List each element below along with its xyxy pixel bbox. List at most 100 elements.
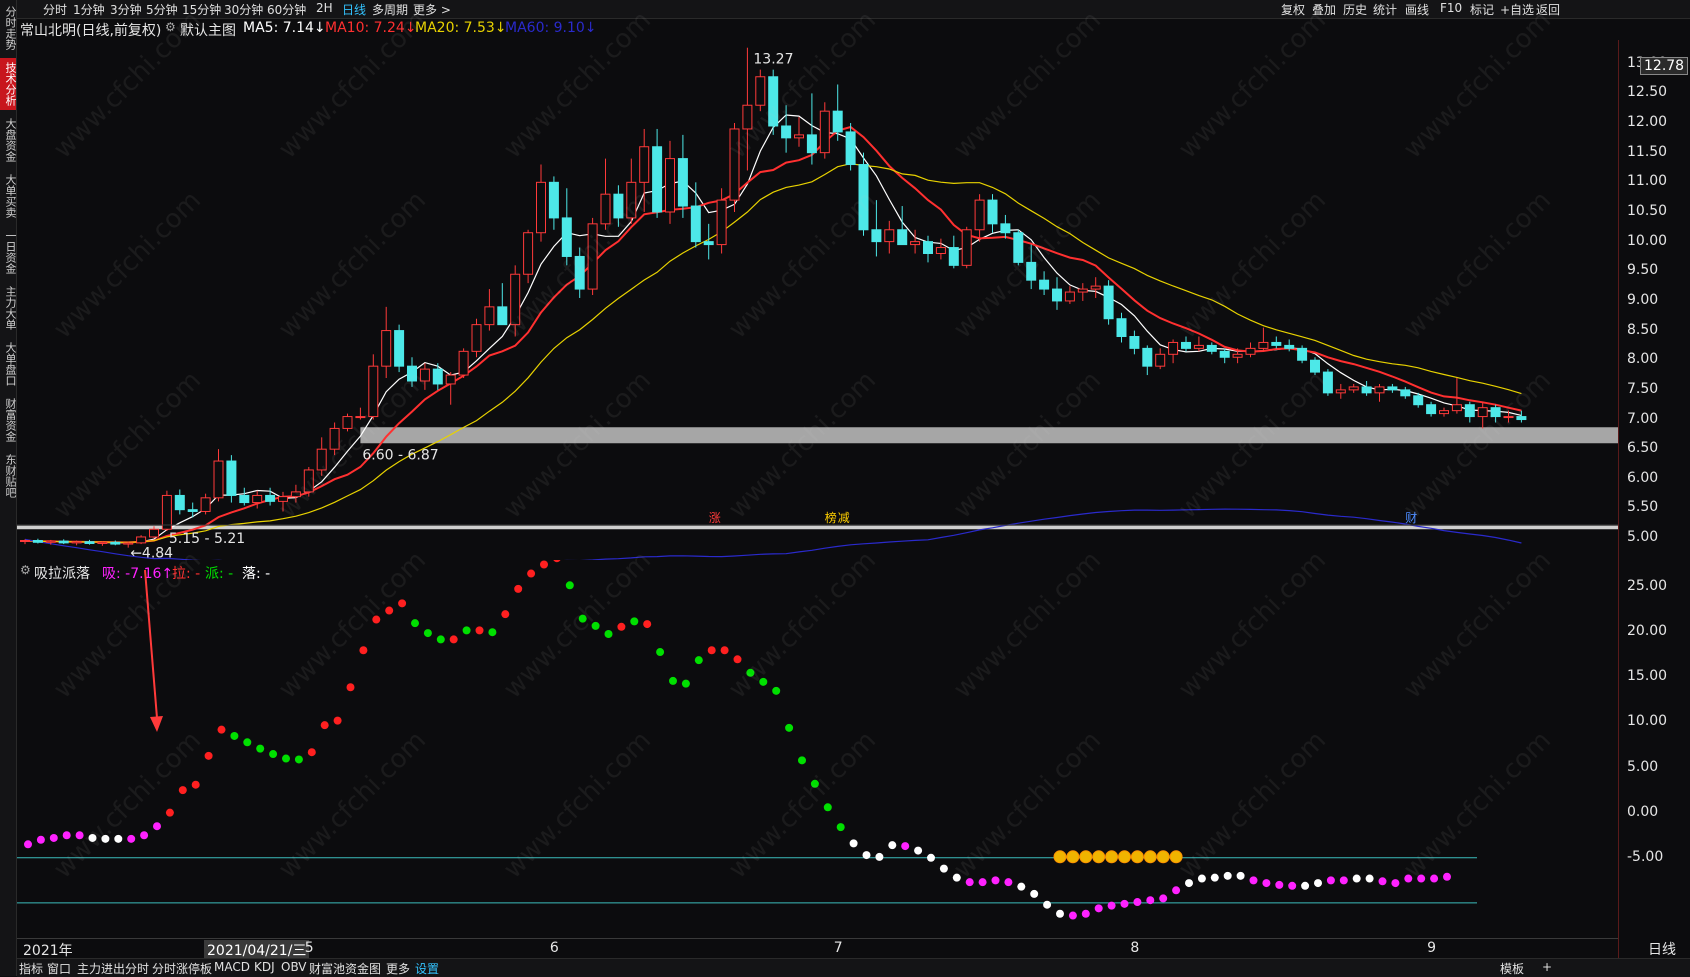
- indicator-dot-0: [24, 840, 32, 849]
- candle-body: [1348, 386, 1359, 391]
- period-label[interactable]: 日线: [1648, 939, 1676, 959]
- price-tick-1: 12.50: [1627, 84, 1668, 101]
- candle-body: [1413, 395, 1424, 406]
- period-tab-7[interactable]: 2H: [316, 1, 333, 15]
- candle-body: [690, 205, 701, 243]
- indicator-dot-29: [398, 599, 407, 608]
- period-tab-6[interactable]: 60分钟: [267, 1, 306, 18]
- candle-body: [716, 199, 727, 246]
- left-tab-7[interactable]: 财富资金: [0, 394, 17, 446]
- candle-body: [665, 158, 675, 213]
- candle-body: [278, 496, 288, 502]
- indicator-dot-1: [36, 835, 45, 844]
- bottom-tab-0[interactable]: 指标: [19, 960, 43, 977]
- price-tick-11: 7.50: [1627, 380, 1659, 397]
- price-tick-12: 7.00: [1627, 410, 1659, 427]
- left-tab-4[interactable]: 一日资金: [0, 226, 17, 278]
- marker-jian: 减: [838, 511, 850, 525]
- indicator-dot-59: [785, 723, 794, 732]
- indicator-dot-102: [1339, 876, 1348, 885]
- indicator-dot-6: [101, 834, 110, 843]
- bottom-tab-8[interactable]: 更多: [386, 960, 410, 977]
- candle-body: [1052, 288, 1062, 302]
- candle-body: [355, 416, 366, 419]
- period-tab-9[interactable]: 多周期: [372, 1, 408, 18]
- indicator-dot-52: [694, 656, 703, 665]
- left-tab-3[interactable]: 大单买卖: [0, 170, 17, 222]
- bottom-tab-4[interactable]: MACD: [214, 960, 250, 974]
- candle-body: [1361, 386, 1372, 394]
- candlestick-chart[interactable]: 13.27 ←4.84 6.60 - 6.87 5.15 - 5.21 涨 榜减 财: [17, 40, 1618, 560]
- indicator-chart[interactable]: 买点提示: [17, 560, 1618, 938]
- lower-zone-label: 5.15 - 5.21: [169, 531, 245, 547]
- indicator-dot-77: [1017, 882, 1026, 891]
- candle-body: [419, 368, 430, 382]
- bottom-tab-2[interactable]: 主力进出分时: [77, 960, 149, 977]
- indicator-tick-2: 15.00: [1627, 668, 1668, 685]
- candle-body: [381, 330, 392, 367]
- buy-hint-arrowhead: [150, 716, 163, 732]
- candle-body: [174, 494, 185, 511]
- bottom-tab-5[interactable]: KDJ: [254, 960, 275, 974]
- ma60-label: MA60: 9.10↓: [505, 20, 597, 36]
- main-chart-template[interactable]: 默认主图: [180, 20, 236, 40]
- period-tab-5[interactable]: 30分钟: [224, 1, 263, 18]
- candle-body: [677, 158, 688, 207]
- toolbar-btn-8[interactable]: 返回: [1536, 1, 1560, 18]
- bottom-tab-1[interactable]: 窗口: [47, 960, 71, 977]
- toolbar-btn-0[interactable]: 复权: [1281, 1, 1305, 18]
- add-button[interactable]: +: [1542, 960, 1552, 974]
- candle-body: [45, 540, 56, 543]
- candle-body: [213, 460, 224, 499]
- left-tab-8[interactable]: 东财贴吧: [0, 450, 17, 502]
- candle-body: [1387, 386, 1398, 391]
- period-tab-4[interactable]: 15分钟: [182, 1, 221, 18]
- indicator-dot-13: [191, 780, 200, 789]
- bottom-tab-3[interactable]: 分时涨停板: [152, 960, 212, 977]
- left-tab-0[interactable]: 分时走势: [0, 2, 17, 54]
- buy-signal-icon-88: [1156, 850, 1170, 864]
- period-tab-0[interactable]: 分时: [43, 1, 67, 18]
- period-tab-3[interactable]: 5分钟: [146, 1, 178, 18]
- period-tab-8[interactable]: 日线: [342, 1, 366, 18]
- indicator-dot-28: [385, 606, 394, 615]
- indicator-dot-91: [1197, 874, 1206, 883]
- toolbar-btn-7[interactable]: +自选: [1500, 1, 1534, 18]
- buy-signal-icon-85: [1118, 850, 1131, 864]
- indicator-dot-58: [772, 686, 781, 695]
- candle-body: [845, 131, 856, 166]
- indicator-dot-26: [359, 646, 368, 655]
- indicator-dot-30: [411, 619, 419, 628]
- toolbar-btn-3[interactable]: 统计: [1373, 1, 1397, 18]
- candle-body: [819, 110, 830, 154]
- indicator-dot-89: [1172, 886, 1181, 895]
- candle-body: [1064, 291, 1075, 302]
- toolbar-btn-4[interactable]: 画线: [1405, 1, 1429, 18]
- bottom-tab-7[interactable]: 财富池资金图: [309, 960, 381, 977]
- toolbar-btn-2[interactable]: 历史: [1343, 1, 1367, 18]
- candle-body: [1439, 410, 1449, 415]
- bottom-tab-9[interactable]: 设置: [415, 960, 439, 977]
- indicator-dot-75: [991, 876, 1000, 885]
- indicator-dot-69: [914, 846, 923, 855]
- template-button[interactable]: 模板: [1500, 960, 1524, 977]
- candle-body: [858, 164, 869, 231]
- candle-100: [1310, 357, 1320, 376]
- settings-icon[interactable]: ⚙: [165, 20, 176, 34]
- period-tab-1[interactable]: 1分钟: [73, 1, 105, 18]
- bottom-tab-6[interactable]: OBV: [281, 960, 307, 974]
- period-tab-2[interactable]: 3分钟: [110, 1, 142, 18]
- toolbar-btn-6[interactable]: 标记: [1470, 1, 1494, 18]
- period-tab-10[interactable]: 更多 >: [413, 1, 451, 18]
- left-tab-6[interactable]: 大单盘口: [0, 338, 17, 390]
- candle-body: [897, 229, 908, 246]
- toolbar-btn-1[interactable]: 叠加: [1312, 1, 1336, 18]
- candle-body: [1464, 404, 1475, 418]
- left-tab-5[interactable]: 主力大单: [0, 282, 17, 334]
- left-tab-1[interactable]: 技术分析: [0, 58, 17, 110]
- candle-62: [819, 102, 830, 159]
- indicator-dot-55: [733, 655, 742, 664]
- toolbar-btn-5[interactable]: F10: [1440, 1, 1462, 15]
- candle-99: [1297, 345, 1308, 364]
- left-tab-2[interactable]: 大盘资金: [0, 114, 17, 166]
